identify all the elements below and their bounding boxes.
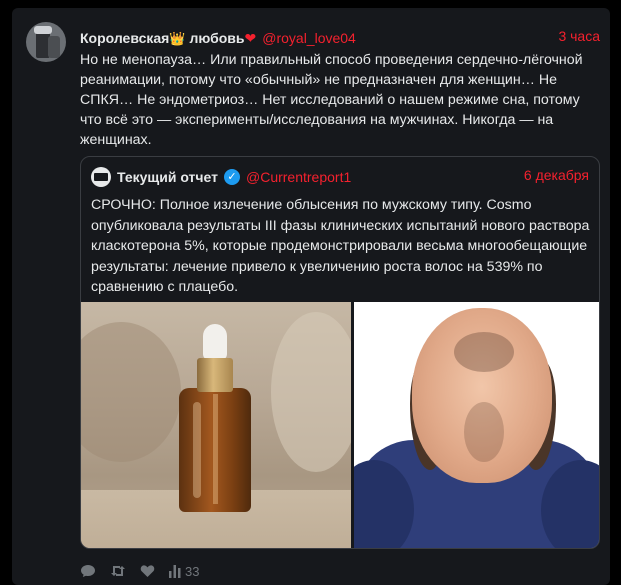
quoted-tweet[interactable]: Текущий отчет ✓ @Currentreport1 6 декабр… bbox=[80, 156, 600, 549]
views-icon bbox=[169, 564, 181, 578]
crown-emoji: 👑 bbox=[169, 30, 186, 46]
quote-media bbox=[81, 302, 599, 548]
quote-author-handle[interactable]: @Currentreport1 bbox=[246, 169, 351, 185]
tweet-card[interactable]: Королевская👑 любовь❤ @royal_love04 3 час… bbox=[12, 8, 610, 585]
like-icon bbox=[140, 565, 155, 577]
like-button[interactable] bbox=[140, 564, 155, 578]
balding-man-image[interactable] bbox=[354, 302, 599, 548]
views-button[interactable]: 33 bbox=[169, 564, 199, 579]
post-text: Но не менопауза… Или правильный способ п… bbox=[80, 52, 583, 148]
quote-text: СРОЧНО: Полное излечение облысения по му… bbox=[91, 197, 590, 295]
action-bar: 33 bbox=[80, 562, 199, 580]
author-avatar[interactable] bbox=[26, 22, 66, 62]
tweet-header: Королевская👑 любовь❤ @royal_love04 bbox=[80, 28, 356, 48]
author-handle[interactable]: @royal_love04 bbox=[262, 30, 356, 46]
bottle-cap bbox=[197, 358, 233, 392]
serum-bottle-image[interactable] bbox=[81, 302, 351, 548]
retweet-icon bbox=[111, 566, 125, 576]
verified-badge-icon: ✓ bbox=[224, 169, 240, 185]
quote-avatar[interactable] bbox=[91, 167, 111, 187]
reply-button[interactable] bbox=[80, 564, 96, 578]
quote-header: Текущий отчет ✓ @Currentreport1 bbox=[91, 167, 351, 187]
quote-date[interactable]: 6 декабря bbox=[524, 167, 589, 183]
comment-icon bbox=[81, 565, 95, 577]
heart-emoji: ❤ bbox=[244, 29, 257, 46]
views-count: 33 bbox=[185, 563, 200, 579]
dropper-bulb bbox=[203, 324, 227, 360]
post-timestamp[interactable]: 3 часа bbox=[558, 28, 600, 44]
quote-author-name[interactable]: Текущий отчет bbox=[117, 169, 218, 185]
author-name[interactable]: Королевская👑 любовь❤ bbox=[80, 30, 256, 47]
retweet-button[interactable] bbox=[110, 564, 126, 578]
